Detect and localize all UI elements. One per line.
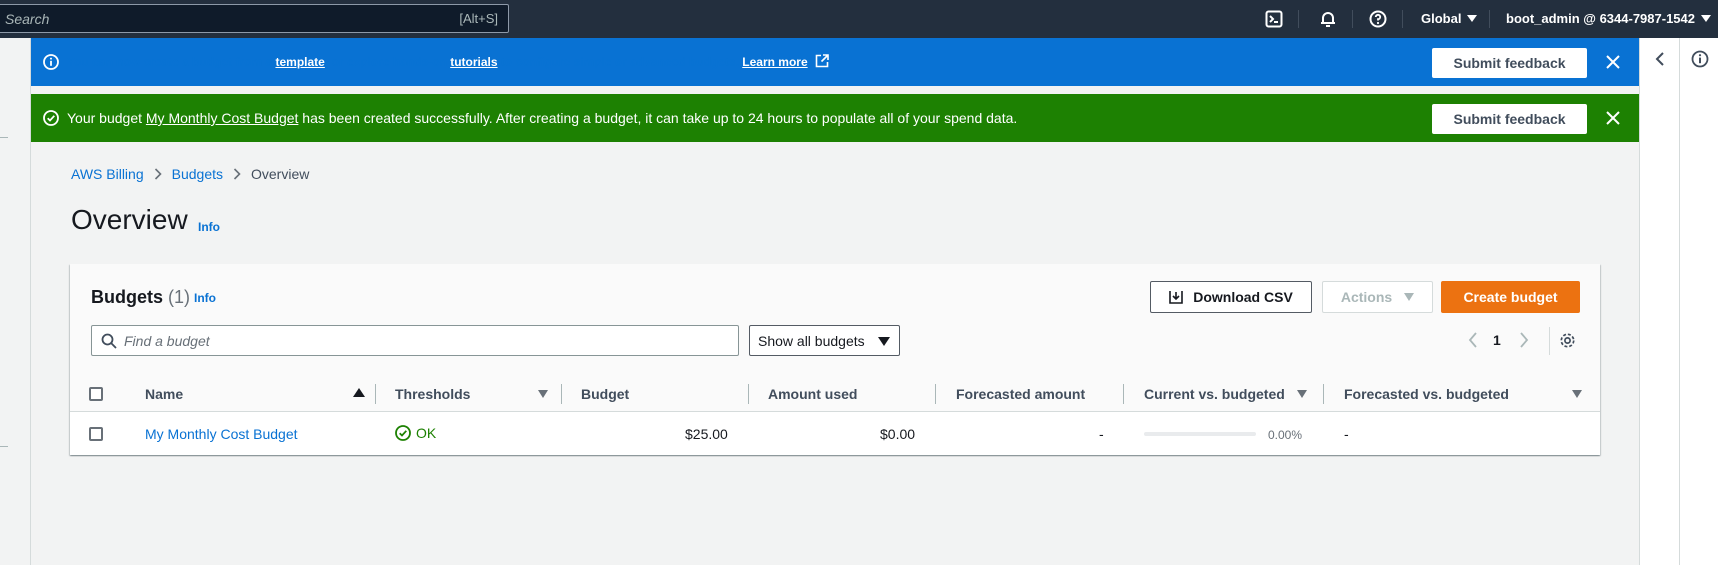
current-vs-budgeted-percent: 0.00% <box>1268 428 1303 442</box>
column-header-budget[interactable]: Budget <box>581 386 629 402</box>
budgets-info-link[interactable]: Info <box>194 291 216 305</box>
download-icon <box>1169 291 1184 304</box>
budget-name-link[interactable]: My Monthly Cost Budget <box>145 426 298 442</box>
account-label: boot_admin @ 6344-7987-1542 <box>1506 11 1695 26</box>
help-icon[interactable] <box>1367 8 1389 30</box>
budget-count: (1) <box>168 287 191 307</box>
info-flashbar: You can now create a budget from a templ… <box>31 38 1639 86</box>
info-icon <box>43 54 59 70</box>
left-edge-mark <box>0 137 8 138</box>
sort-icon[interactable] <box>1297 390 1307 398</box>
budget-name-link[interactable]: My Monthly Cost Budget <box>146 110 299 126</box>
select-all-checkbox[interactable] <box>89 387 103 401</box>
top-navigation: Search [Alt+S] Global boot_admin @ 6344-… <box>0 0 1718 38</box>
breadcrumb-budgets[interactable]: Budgets <box>172 166 223 182</box>
create-budget-button[interactable]: Create budget <box>1441 281 1580 313</box>
chevron-down-icon <box>1467 15 1478 22</box>
gear-icon[interactable] <box>1559 332 1576 349</box>
caret-down-icon <box>878 337 890 346</box>
learn-more-link[interactable]: Learn more <box>742 55 807 69</box>
sort-ascending-icon[interactable] <box>353 388 365 397</box>
breadcrumb-overview: Overview <box>251 166 310 182</box>
sort-icon[interactable] <box>1572 390 1582 398</box>
forecasted-vs-budgeted: - <box>1344 426 1349 442</box>
region-label: Global <box>1421 11 1462 26</box>
column-header-current-vs-budgeted[interactable]: Current vs. budgeted <box>1144 386 1285 402</box>
column-header-forecasted-amount[interactable]: Forecasted amount <box>956 386 1085 402</box>
info-message: You can now create a budget from a templ… <box>67 54 829 69</box>
panel-title-text: Budgets <box>91 287 163 307</box>
find-budget-input[interactable]: Find a budget <box>91 325 739 356</box>
page-info-link[interactable]: Info <box>198 220 220 234</box>
column-header-amount-used[interactable]: Amount used <box>768 386 857 402</box>
search-placeholder: Search <box>5 11 50 27</box>
left-edge-mark <box>0 446 8 447</box>
sort-icon[interactable] <box>538 390 548 398</box>
download-csv-button[interactable]: Download CSV <box>1150 281 1312 313</box>
actions-dropdown[interactable]: Actions <box>1322 281 1433 313</box>
tutorials-link[interactable]: tutorials <box>450 55 497 69</box>
account-menu[interactable]: boot_admin @ 6344-7987-1542 <box>1506 11 1711 26</box>
success-check-icon <box>43 110 59 126</box>
success-flashbar: Your budget My Monthly Cost Budget has b… <box>31 94 1639 142</box>
success-text: Your budget <box>67 110 146 126</box>
breadcrumb-aws-billing[interactable]: AWS Billing <box>71 166 144 182</box>
success-text: has been created successfully. After cre… <box>298 110 1018 126</box>
threshold-status-text: OK <box>416 425 437 441</box>
budgets-table-panel: Budgets (1) Info Download CSV Actions Cr… <box>70 264 1600 455</box>
threshold-status: OK <box>395 425 436 441</box>
chevron-left-icon[interactable] <box>1654 51 1666 67</box>
region-selector[interactable]: Global <box>1421 11 1478 26</box>
info-text: , or explore hands-on <box>324 55 451 69</box>
table-row: My Monthly Cost Budget OK $25.00 $0.00 -… <box>70 413 1600 455</box>
cloudshell-icon[interactable] <box>1263 8 1285 30</box>
budget-amount: $25.00 <box>685 426 728 442</box>
info-icon[interactable] <box>1691 50 1709 68</box>
amount-used: $0.00 <box>880 426 916 442</box>
search-input[interactable]: Search [Alt+S] <box>0 4 509 33</box>
close-icon[interactable] <box>1605 110 1621 126</box>
external-link-icon <box>815 54 829 68</box>
actions-label: Actions <box>1340 289 1393 305</box>
next-page-icon[interactable] <box>1519 332 1529 348</box>
column-header-name[interactable]: Name <box>145 386 183 402</box>
chevron-right-icon <box>154 168 162 180</box>
page-title: Overview <box>71 204 188 235</box>
caret-down-icon <box>1404 293 1415 301</box>
panel-title: Budgets (1) <box>91 287 190 308</box>
info-text: You can now create a budget from a <box>67 55 276 69</box>
close-icon[interactable] <box>1605 54 1621 70</box>
find-budget-placeholder: Find a budget <box>124 333 210 349</box>
table-header: Name Thresholds Budget Amount used Forec… <box>70 376 1600 412</box>
success-message: Your budget My Monthly Cost Budget has b… <box>67 110 1017 126</box>
info-text: to configure simple or advanced budgets. <box>497 55 743 69</box>
download-csv-label: Download CSV <box>1193 289 1293 305</box>
submit-feedback-button[interactable]: Submit feedback <box>1432 48 1587 78</box>
filter-selected-value: Show all budgets <box>758 333 865 349</box>
current-vs-budgeted-progress-bar <box>1144 432 1256 436</box>
previous-page-icon[interactable] <box>1468 332 1478 348</box>
forecasted-amount: - <box>1099 426 1104 442</box>
budget-filter-select[interactable]: Show all budgets <box>749 325 900 356</box>
search-shortcut: [Alt+S] <box>459 11 498 26</box>
tools-panel <box>1639 38 1718 565</box>
row-checkbox[interactable] <box>89 427 103 441</box>
chevron-down-icon <box>1700 15 1711 22</box>
template-link[interactable]: template <box>275 55 324 69</box>
column-header-thresholds[interactable]: Thresholds <box>395 386 470 402</box>
column-header-forecasted-vs-budgeted[interactable]: Forecasted vs. budgeted <box>1344 386 1509 402</box>
success-check-icon <box>395 425 411 441</box>
submit-feedback-button[interactable]: Submit feedback <box>1432 104 1587 134</box>
breadcrumb: AWS Billing Budgets Overview <box>71 166 309 182</box>
search-icon <box>101 333 117 349</box>
chevron-right-icon <box>233 168 241 180</box>
notifications-bell-icon[interactable] <box>1317 8 1339 30</box>
page-number[interactable]: 1 <box>1493 332 1501 348</box>
